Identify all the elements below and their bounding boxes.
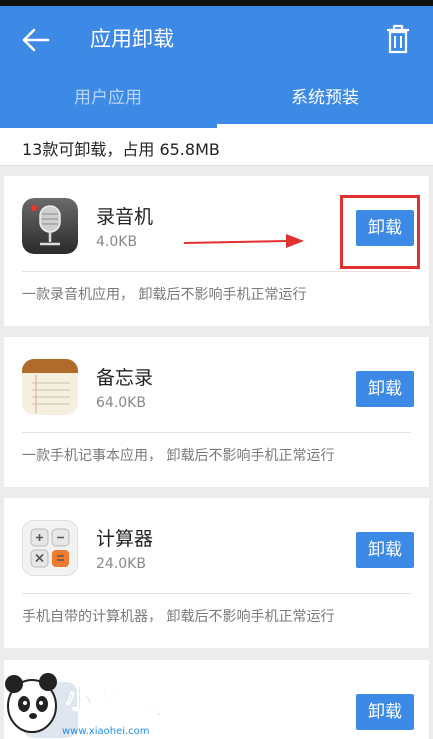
divider <box>22 593 411 594</box>
app-description: 一款手机记事本应用， 卸载后不影响手机正常运行 <box>22 448 335 464</box>
tab-user-apps[interactable]: 用户应用 <box>0 72 216 128</box>
app-description: 一款录音机应用， 卸载后不影响手机正常运行 <box>22 287 307 303</box>
tab-bar: 用户应用 系统预装 <box>0 72 433 128</box>
app-name: 备忘录 <box>96 367 154 389</box>
svg-text:小黑: 小黑 <box>66 685 118 715</box>
app-description: 手机自带的计算机器， 卸载后不影响手机正常运行 <box>22 609 335 625</box>
back-arrow-icon[interactable] <box>18 22 54 58</box>
page-title: 应用卸载 <box>90 27 174 51</box>
divider <box>22 432 411 433</box>
uninstall-button[interactable]: 卸载 <box>356 371 414 407</box>
app-card: 备忘录 64.0KB 卸载 一款手机记事本应用， 卸载后不影响手机正常运行 <box>4 337 429 487</box>
trash-icon[interactable] <box>382 22 414 56</box>
notes-icon <box>22 359 78 415</box>
uninstall-button[interactable]: 卸载 <box>356 532 414 568</box>
calculator-icon <box>22 520 78 576</box>
app-root: 应用卸载 用户应用 系统预装 13款可卸载，占用 65.8MB 录音机 4.0K… <box>0 0 433 739</box>
svg-text:www.xiaohei.com: www.xiaohei.com <box>62 726 150 737</box>
summary-bar: 13款可卸载，占用 65.8MB <box>0 128 433 166</box>
svg-text:游戏: 游戏 <box>130 699 162 718</box>
recorder-icon <box>22 198 78 254</box>
divider <box>22 271 411 272</box>
tab-system-preinstalled[interactable]: 系统预装 <box>217 72 433 128</box>
summary-text: 13款可卸载，占用 65.8MB <box>22 140 220 159</box>
app-card: 计算器 24.0KB 卸载 手机自带的计算机器， 卸载后不影响手机正常运行 <box>4 498 429 648</box>
highlight-box <box>340 195 420 269</box>
watermark-logo: 小黑 游戏 www.xiaohei.com <box>5 673 162 737</box>
app-size: 64.0KB <box>96 395 146 411</box>
uninstall-button[interactable]: 卸载 <box>356 694 414 730</box>
annotation-arrow-icon <box>183 234 304 248</box>
app-name: 录音机 <box>96 206 154 228</box>
app-size: 4.0KB <box>96 234 138 250</box>
app-size: 24.0KB <box>96 556 146 572</box>
app-name: 计算器 <box>96 528 154 550</box>
app-bar: 应用卸载 <box>0 6 433 72</box>
